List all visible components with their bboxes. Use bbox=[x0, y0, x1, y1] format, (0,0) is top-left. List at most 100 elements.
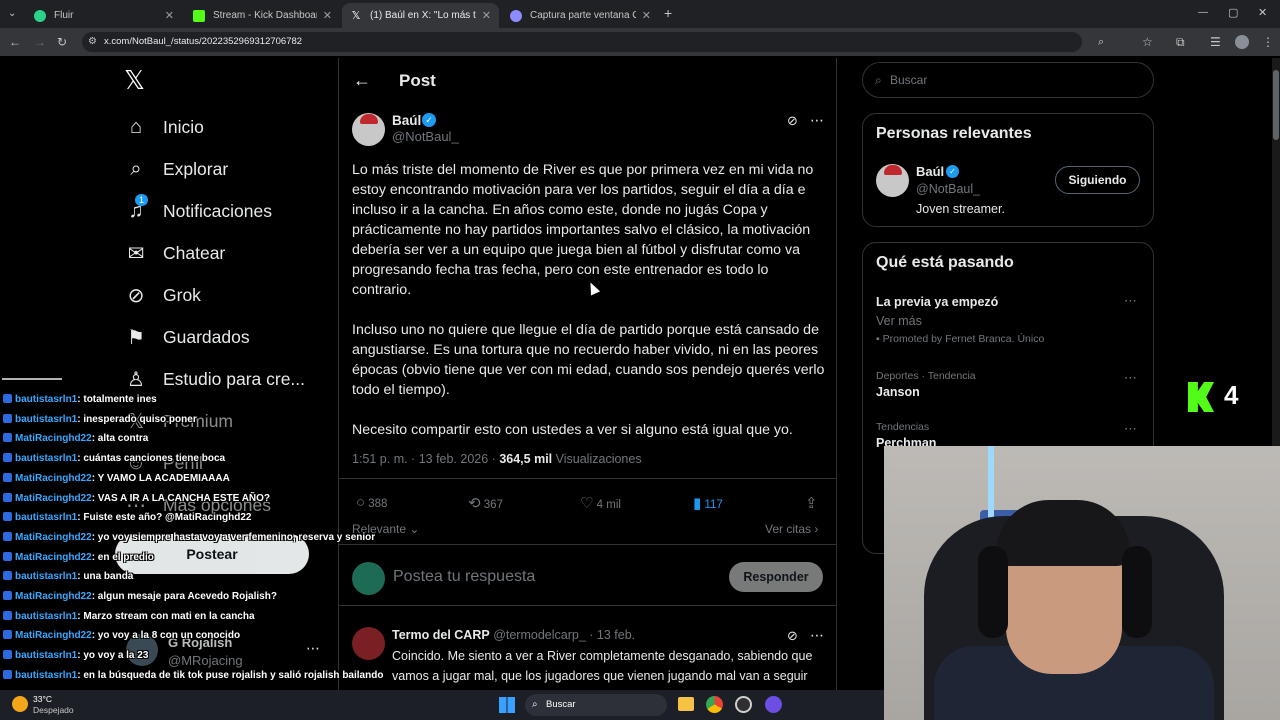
browser-tab-1[interactable]: Fluir ✕ bbox=[26, 3, 182, 28]
chat-text: : inesperado quiso poner bbox=[77, 413, 197, 425]
chat-username[interactable]: MatiRacinghd22 bbox=[15, 630, 92, 641]
chat-username[interactable]: bautistasrln1 bbox=[15, 414, 77, 425]
nav-item-grok[interactable]: ⊘ Grok bbox=[123, 279, 201, 311]
new-tab-icon[interactable]: + bbox=[664, 6, 672, 20]
kick-badge-icon bbox=[3, 453, 12, 463]
chat-message: MatiRacinghd22: algun mesaje para Aceved… bbox=[3, 590, 277, 603]
grok-icon[interactable]: ⊘ bbox=[787, 628, 798, 644]
avatar[interactable] bbox=[876, 164, 909, 197]
reload-icon[interactable]: ↻ bbox=[57, 36, 67, 48]
chat-username[interactable]: bautistasrln1 bbox=[15, 571, 77, 582]
taskbar-search[interactable]: ⌕ Buscar bbox=[525, 694, 667, 716]
chevron-right-icon: › bbox=[811, 522, 819, 536]
chat-message: MatiRacinghd22: Y VAMO LA ACADEMIAAAA bbox=[3, 472, 230, 485]
chat-username[interactable]: MatiRacinghd22 bbox=[15, 591, 92, 602]
chat-username[interactable]: bautistasrln1 bbox=[15, 394, 77, 405]
like-action[interactable]: ♡ 4 mil bbox=[580, 494, 621, 512]
chat-username[interactable]: bautistasrln1 bbox=[15, 670, 77, 681]
person-name[interactable]: Baúl bbox=[916, 164, 944, 179]
kick-badge-icon bbox=[3, 630, 12, 640]
nav-item-guardados[interactable]: ⚑ Guardados bbox=[123, 321, 250, 353]
close-window-icon[interactable]: ✕ bbox=[1258, 7, 1267, 19]
x-favicon: 𝕏 bbox=[351, 9, 361, 22]
nav-item-notificaciones[interactable]: ♫ 1 Notificaciones bbox=[123, 194, 272, 227]
chat-username[interactable]: MatiRacinghd22 bbox=[15, 433, 92, 444]
repost-action[interactable]: ⟲ 367 bbox=[468, 494, 503, 512]
forward-icon[interactable]: → bbox=[34, 36, 46, 48]
maximize-icon[interactable]: ▢ bbox=[1228, 7, 1238, 19]
chat-username[interactable]: bautistasrln1 bbox=[15, 611, 77, 622]
author-handle[interactable]: @NotBaul_ bbox=[392, 129, 459, 144]
following-button[interactable]: Siguiendo bbox=[1055, 166, 1140, 194]
more-icon[interactable]: ⋯ bbox=[1124, 370, 1137, 386]
tab-list-icon[interactable]: ⌄ bbox=[8, 8, 16, 20]
site-info-icon[interactable]: ⚙ bbox=[88, 36, 97, 48]
bookmark-star-icon[interactable]: ☆ bbox=[1142, 36, 1153, 48]
taskbar-search-label: Buscar bbox=[546, 699, 576, 710]
obs-icon[interactable] bbox=[735, 696, 752, 713]
browser-tab-4[interactable]: Captura parte ventana OBS ✕ bbox=[502, 3, 659, 28]
nav-item-explorar[interactable]: ⌕ Explorar bbox=[123, 153, 228, 185]
person-handle[interactable]: @NotBaul_ bbox=[916, 182, 980, 196]
reply-composer: Postea tu respuesta Responder bbox=[339, 544, 836, 606]
bookmark-icon: ⚑ bbox=[127, 326, 145, 349]
chat-text: : Marzo stream con mati en la cancha bbox=[77, 610, 255, 622]
reply-button[interactable]: Responder bbox=[729, 562, 823, 592]
nav-item-inicio[interactable]: ⌂ Inicio bbox=[123, 111, 204, 143]
close-tab-icon[interactable]: ✕ bbox=[165, 9, 174, 22]
post-avatar[interactable] bbox=[352, 113, 385, 146]
reading-list-icon[interactable]: ☰ bbox=[1210, 36, 1221, 48]
back-icon[interactable]: ← bbox=[9, 36, 21, 48]
close-tab-icon[interactable]: ✕ bbox=[482, 9, 491, 22]
tab-title: Stream - Kick Dashboard bbox=[213, 10, 317, 21]
grok-icon[interactable]: ⊘ bbox=[787, 113, 798, 129]
close-tab-icon[interactable]: ✕ bbox=[642, 9, 651, 22]
app-icon[interactable] bbox=[765, 696, 782, 713]
profile-avatar[interactable] bbox=[1235, 35, 1249, 49]
santa-hat-icon bbox=[884, 165, 902, 175]
bookmark-action[interactable]: ▮ 117 bbox=[693, 494, 723, 512]
chat-username[interactable]: MatiRacinghd22 bbox=[15, 493, 92, 504]
back-arrow-icon[interactable]: ← bbox=[353, 70, 371, 91]
bookmark-count: 117 bbox=[704, 499, 723, 511]
chat-username[interactable]: MatiRacinghd22 bbox=[15, 552, 92, 563]
reply-author-name[interactable]: Termo del CARP bbox=[392, 628, 490, 642]
x-logo-icon[interactable]: 𝕏 bbox=[124, 66, 150, 94]
nav-label: Notificaciones bbox=[163, 200, 272, 221]
reply-input[interactable]: Postea tu respuesta bbox=[393, 568, 535, 586]
zoom-icon[interactable]: ⌕ bbox=[1098, 36, 1104, 48]
browser-tab-3[interactable]: 𝕏 (1) Baúl en X: "Lo más triste de ✕ bbox=[342, 3, 499, 28]
minimize-icon[interactable]: — bbox=[1198, 7, 1208, 19]
chat-username[interactable]: MatiRacinghd22 bbox=[15, 473, 92, 484]
search-input[interactable]: ⌕ Buscar bbox=[862, 62, 1154, 98]
more-options-icon[interactable]: ⋯ bbox=[810, 112, 824, 129]
chrome-icon[interactable] bbox=[706, 696, 723, 713]
browser-menu-icon[interactable]: ⋮ bbox=[1262, 36, 1274, 48]
trend-item[interactable]: Deportes · Tendencia Janson ⋯ bbox=[876, 370, 1142, 406]
nav-item-chatear[interactable]: ✉ Chatear bbox=[123, 237, 226, 269]
file-explorer-icon[interactable] bbox=[678, 697, 694, 711]
trend-item[interactable]: La previa ya empezó Ver más ▪ Promoted b… bbox=[876, 293, 1142, 355]
extensions-icon[interactable]: ⧉ bbox=[1176, 36, 1185, 48]
windows-start-icon[interactable] bbox=[499, 697, 515, 713]
browser-tab-bar: ⌄ Fluir ✕ Stream - Kick Dashboard ✕ 𝕏 (1) … bbox=[0, 0, 1280, 28]
chat-username[interactable]: bautistasrln1 bbox=[15, 512, 77, 523]
reply-text: Coincido. Me siento a ver a River comple… bbox=[392, 649, 813, 683]
reply-author-handle[interactable]: @termodelcarp_ bbox=[493, 628, 586, 642]
author-name[interactable]: Baúl bbox=[392, 113, 421, 128]
headset bbox=[1122, 546, 1152, 638]
more-options-icon[interactable]: ⋯ bbox=[810, 627, 824, 644]
santa-hat-icon bbox=[360, 114, 378, 124]
quotes-link[interactable]: Ver citas › bbox=[765, 522, 818, 536]
scrollbar-thumb[interactable] bbox=[1273, 70, 1279, 140]
weather-temp[interactable]: 33°C bbox=[33, 694, 52, 704]
url-field[interactable]: ⚙ x.com/NotBaul_/status/2022352969312706… bbox=[82, 32, 1104, 52]
share-icon[interactable]: ⇪ bbox=[805, 494, 818, 512]
chat-username[interactable]: bautistasrln1 bbox=[15, 453, 77, 464]
more-icon[interactable]: ⋯ bbox=[1124, 293, 1137, 309]
chat-username[interactable]: MatiRacinghd22 bbox=[15, 532, 92, 543]
more-icon[interactable]: ⋯ bbox=[1124, 421, 1137, 437]
browser-tab-2[interactable]: Stream - Kick Dashboard ✕ bbox=[185, 3, 340, 28]
chat-username[interactable]: bautistasrln1 bbox=[15, 650, 77, 661]
close-tab-icon[interactable]: ✕ bbox=[323, 9, 332, 22]
